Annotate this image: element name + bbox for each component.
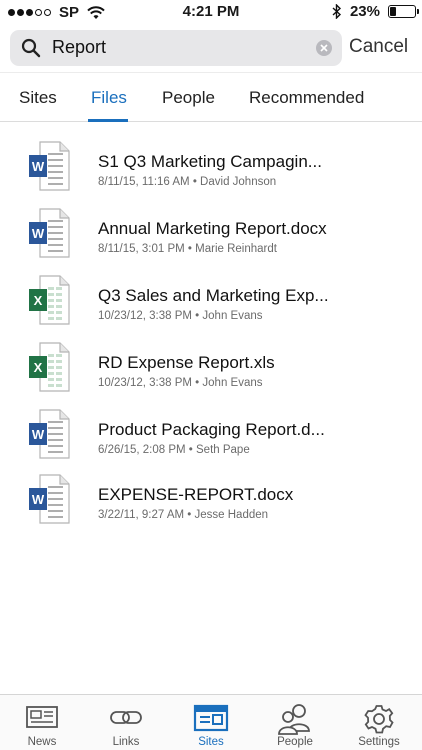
svg-text:W: W (32, 226, 45, 241)
battery-level (390, 7, 396, 16)
search-query[interactable]: Report (52, 37, 106, 58)
people-icon (278, 704, 310, 735)
file-list-item[interactable]: W EXPENSE-REPORT.docx 3/22/11, 9:27 AM • J… (0, 471, 422, 531)
battery-icon (388, 5, 419, 18)
tab-files[interactable]: Files (91, 88, 127, 108)
status-bar: SP 4:21 PM 23% (0, 0, 422, 24)
tab-sites[interactable]: Sites (19, 88, 57, 108)
file-name: EXPENSE-REPORT.docx (98, 485, 294, 504)
tab-bar-label: Settings (358, 736, 400, 748)
file-name: Annual Marketing Report.docx (98, 219, 327, 238)
links-icon (110, 711, 142, 724)
file-meta: 3/22/11, 9:27 AM • Jesse Hadden (98, 509, 269, 521)
cancel-button[interactable]: Cancel (349, 36, 408, 58)
tab-bar-label: People (277, 736, 313, 748)
active-tab-indicator (88, 119, 128, 122)
file-name: Q3 Sales and Marketing Exp... (98, 286, 329, 305)
settings-icon (364, 705, 394, 734)
svg-text:W: W (32, 492, 45, 507)
file-name: RD Expense Report.xls (98, 353, 275, 372)
file-list-item[interactable]: W Annual Marketing Report.docx 8/11/15, 3:… (0, 205, 422, 265)
file-list-item[interactable]: W S1 Q3 Marketing Campagin... 8/11/15, 11:… (0, 138, 422, 198)
file-meta: 8/11/15, 11:16 AM • David Johnson (98, 176, 277, 188)
word-file-icon: W (29, 208, 70, 258)
tab-bar-settings[interactable]: Settings (337, 695, 421, 750)
bottom-tab-bar: News Links Sites People Settings (0, 694, 422, 750)
tab-bar-news[interactable]: News (0, 695, 84, 750)
bluetooth-icon (332, 4, 341, 19)
tab-bar-label: News (27, 736, 57, 748)
svg-text:X: X (34, 293, 43, 308)
tab-bar-links[interactable]: Links (84, 695, 168, 750)
file-meta: 6/26/15, 2:08 PM • Seth Pape (98, 444, 250, 456)
file-meta: 10/23/12, 3:38 PM • John Evans (98, 377, 263, 389)
search-icon (21, 38, 41, 58)
clear-search-icon[interactable] (316, 40, 332, 56)
search-input[interactable]: Report (10, 30, 342, 66)
excel-file-icon: X (29, 342, 70, 392)
svg-text:X: X (34, 360, 43, 375)
svg-text:W: W (32, 159, 45, 174)
svg-text:W: W (32, 427, 45, 442)
news-icon (26, 706, 58, 728)
search-header: Report Cancel (0, 30, 422, 66)
word-file-icon: W (29, 474, 70, 524)
excel-file-icon: X (29, 275, 70, 325)
file-list-item[interactable]: W Product Packaging Report.d... 6/26/15, 2… (0, 406, 422, 466)
battery-percent: 23% (349, 3, 380, 20)
file-meta: 8/11/15, 3:01 PM • Marie Reinhardt (98, 243, 277, 255)
file-list-item[interactable]: X Q3 Sales and Marketing Exp... 10/23/12, … (0, 272, 422, 332)
tab-bar-people[interactable]: People (253, 695, 337, 750)
tab-bar-label: Links (112, 736, 140, 748)
file-list-item[interactable]: X RD Expense Report.xls 10/23/12, 3:38 PM … (0, 339, 422, 399)
file-meta: 10/23/12, 3:38 PM • John Evans (98, 310, 263, 322)
tab-bar-sites[interactable]: Sites (169, 695, 253, 750)
file-name: Product Packaging Report.d... (98, 420, 325, 439)
results-tabs: Sites Files People Recommended (0, 72, 422, 122)
tab-bar-label: Sites (198, 736, 224, 748)
tab-recommended[interactable]: Recommended (249, 88, 364, 108)
sites-icon (193, 704, 229, 732)
word-file-icon: W (29, 409, 70, 459)
word-file-icon: W (29, 141, 70, 191)
tab-people[interactable]: People (162, 88, 215, 108)
file-name: S1 Q3 Marketing Campagin... (98, 152, 322, 171)
